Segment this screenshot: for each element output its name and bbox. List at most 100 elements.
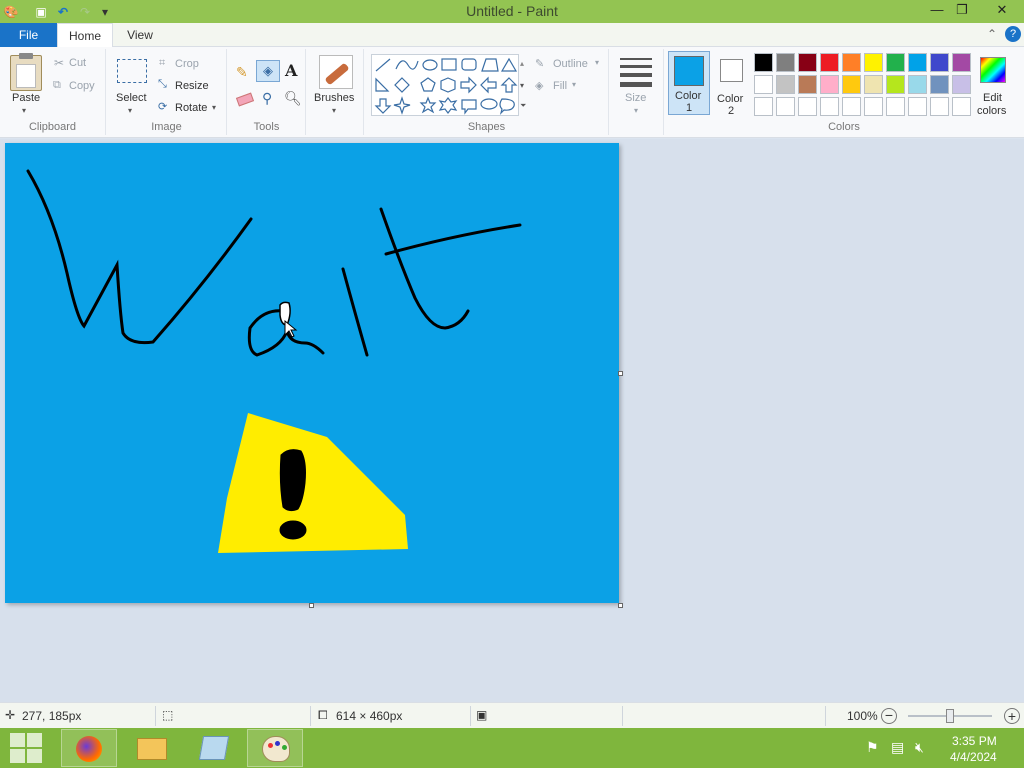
palette-swatch[interactable]	[776, 53, 795, 72]
clock-date[interactable]: 4/4/2024	[950, 750, 997, 764]
resize-handle-corner[interactable]	[618, 603, 623, 608]
resize-icon: ⤡	[158, 78, 167, 90]
palette-swatch[interactable]	[886, 97, 905, 116]
eraser-icon[interactable]	[235, 92, 255, 107]
taskbar-firefox[interactable]	[61, 729, 117, 767]
close-button[interactable]: ✕	[982, 0, 1022, 21]
drawing-canvas[interactable]	[5, 143, 619, 603]
folder-icon	[137, 738, 167, 760]
copy-icon: ⧉	[53, 79, 61, 91]
taskbar-file-explorer[interactable]	[123, 729, 179, 767]
select-dropdown-icon[interactable]: ▾	[128, 106, 132, 115]
palette-swatch[interactable]	[754, 53, 773, 72]
palette-swatch[interactable]	[864, 97, 883, 116]
color2-button[interactable]: Color 2	[712, 51, 752, 117]
edit-colors-icon[interactable]	[980, 57, 1006, 83]
paste-icon[interactable]	[10, 53, 42, 91]
palette-swatch[interactable]	[776, 97, 795, 116]
paste-button[interactable]: Paste	[12, 92, 40, 104]
outline-dropdown-icon[interactable]: ▾	[595, 58, 599, 67]
magnifier-icon[interactable]: 🔍︎	[284, 90, 302, 107]
brushes-icon[interactable]	[319, 55, 353, 89]
help-icon[interactable]: ?	[1005, 26, 1021, 42]
palette-swatch[interactable]	[864, 53, 883, 72]
palette-swatch[interactable]	[952, 53, 971, 72]
tab-view[interactable]: View	[115, 23, 165, 47]
rotate-dropdown-icon[interactable]: ▾	[212, 103, 216, 112]
action-center-flag-icon[interactable]: ⚑	[866, 739, 879, 756]
palette-swatch[interactable]	[864, 75, 883, 94]
palette-swatch[interactable]	[754, 75, 773, 94]
size-dropdown-icon[interactable]: ▾	[634, 106, 638, 115]
copy-button[interactable]: Copy	[69, 80, 95, 92]
network-icon[interactable]: ▤	[891, 739, 904, 756]
fill-bucket-icon[interactable]: ◈	[256, 60, 280, 82]
fill-button[interactable]: Fill	[553, 80, 567, 92]
pencil-icon[interactable]: ✎	[236, 64, 248, 81]
palette-swatch[interactable]	[930, 97, 949, 116]
rotate-button[interactable]: Rotate	[175, 102, 207, 114]
size-button[interactable]: Size	[625, 92, 646, 104]
fill-dropdown-icon[interactable]: ▾	[572, 80, 576, 89]
palette-swatch[interactable]	[820, 53, 839, 72]
select-button[interactable]: Select	[116, 92, 147, 104]
palette-swatch[interactable]	[842, 97, 861, 116]
taskbar-control-panel[interactable]	[185, 729, 241, 767]
collapse-ribbon-icon[interactable]: ⌃	[987, 27, 997, 41]
palette-swatch[interactable]	[842, 53, 861, 72]
cut-button[interactable]: Cut	[69, 57, 86, 69]
shapes-gallery-icons[interactable]	[372, 55, 520, 117]
restore-button[interactable]: ❐	[947, 0, 977, 21]
palette-swatch[interactable]	[930, 75, 949, 94]
palette-swatch[interactable]	[952, 75, 971, 94]
color-picker-icon[interactable]: ⚲	[262, 90, 272, 107]
control-panel-icon	[198, 736, 230, 760]
select-icon[interactable]	[117, 59, 147, 83]
volume-muted-icon[interactable]: 🔇︎	[915, 739, 924, 756]
palette-swatch[interactable]	[820, 75, 839, 94]
drawing-artwork[interactable]	[5, 143, 619, 603]
palette-swatch[interactable]	[930, 53, 949, 72]
shapes-expand-icon[interactable]: ⏷	[520, 101, 526, 111]
size-icon[interactable]	[620, 58, 652, 87]
palette-swatch[interactable]	[798, 75, 817, 94]
color1-button[interactable]: Color 1	[668, 51, 710, 115]
palette-swatch[interactable]	[754, 97, 773, 116]
edit-colors-label-1[interactable]: Edit	[983, 92, 1002, 104]
clipboard-group: Paste ▾ ✂ Cut ⧉ Copy Clipboard	[0, 49, 106, 135]
resize-button[interactable]: Resize	[175, 80, 209, 92]
tab-home[interactable]: Home	[57, 23, 113, 47]
edit-colors-label-2[interactable]: colors	[977, 105, 1006, 117]
start-button[interactable]	[10, 733, 44, 763]
palette-swatch[interactable]	[886, 75, 905, 94]
paste-dropdown-icon[interactable]: ▾	[22, 106, 26, 115]
palette-swatch[interactable]	[798, 97, 817, 116]
zoom-in-button[interactable]: +	[1004, 708, 1020, 724]
clock-time[interactable]: 3:35 PM	[952, 734, 997, 748]
palette-swatch[interactable]	[820, 97, 839, 116]
resize-handle-bottom[interactable]	[309, 603, 314, 608]
palette-swatch[interactable]	[908, 53, 927, 72]
palette-swatch[interactable]	[952, 97, 971, 116]
canvas-workspace[interactable]	[0, 139, 1024, 702]
shapes-scroll-down-icon[interactable]: ▾	[520, 81, 524, 90]
outline-button[interactable]: Outline	[553, 58, 588, 70]
zoom-slider-thumb[interactable]	[946, 709, 954, 723]
resize-handle-right[interactable]	[618, 371, 623, 376]
taskbar-paint[interactable]	[247, 729, 303, 767]
palette-swatch[interactable]	[908, 97, 927, 116]
text-tool-icon[interactable]: A	[285, 61, 297, 80]
shapes-gallery[interactable]	[371, 54, 519, 116]
palette-swatch[interactable]	[842, 75, 861, 94]
palette-swatch[interactable]	[908, 75, 927, 94]
shapes-scroll-up-icon[interactable]: ▴	[520, 59, 524, 68]
tab-file[interactable]: File	[0, 23, 57, 47]
exclamation-bar-shape	[279, 449, 306, 512]
crop-button[interactable]: Crop	[175, 58, 199, 70]
brushes-button[interactable]: Brushes	[314, 92, 354, 104]
zoom-out-button[interactable]: −	[881, 708, 897, 724]
palette-swatch[interactable]	[886, 53, 905, 72]
palette-swatch[interactable]	[776, 75, 795, 94]
brushes-dropdown-icon[interactable]: ▾	[332, 106, 336, 115]
palette-swatch[interactable]	[798, 53, 817, 72]
